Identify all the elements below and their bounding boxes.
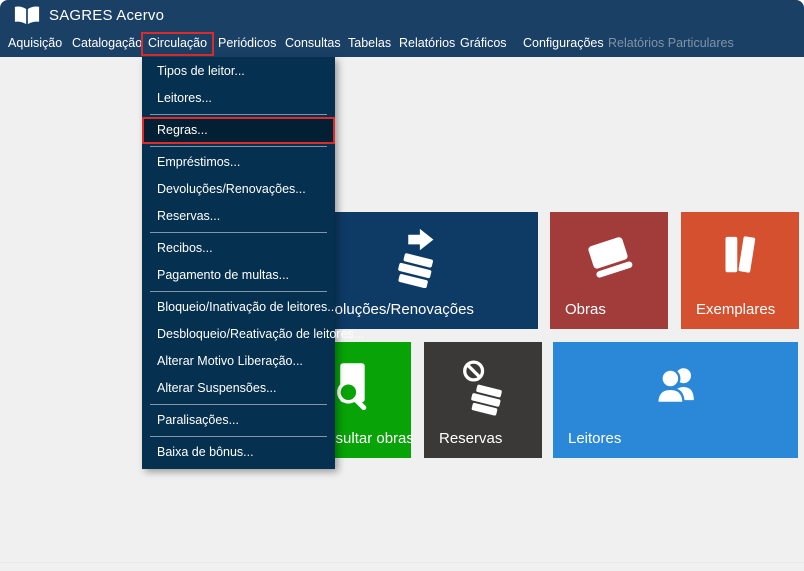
tile-label: Obras — [565, 301, 606, 318]
tile-reservas[interactable]: Reservas — [424, 342, 542, 458]
menu-separator — [150, 114, 327, 115]
tile-label: Reservas — [439, 430, 502, 447]
people-icon — [553, 356, 798, 416]
tile-leitores[interactable]: Leitores — [553, 342, 798, 458]
menu-periodicos[interactable]: Periódicos — [211, 31, 283, 55]
menu-catalogacao[interactable]: Catalogação — [65, 31, 149, 55]
menuitem-tipos-de-leitor[interactable]: Tipos de leitor... — [142, 58, 335, 85]
menu-separator — [150, 404, 327, 405]
app-window: SAGRES Acervo Aquisição Catalogação Circ… — [0, 0, 804, 571]
menuitem-alterar-motivo-liberacao[interactable]: Alterar Motivo Liberação... — [142, 348, 335, 375]
bottom-divider — [0, 562, 804, 563]
menu-separator — [150, 291, 327, 292]
menu-separator — [150, 146, 327, 147]
menuitem-pagamento-de-multas[interactable]: Pagamento de multas... — [142, 262, 335, 289]
menuitem-devolucoes-renovacoes[interactable]: Devoluções/Renovações... — [142, 176, 335, 203]
menu-relatorios-particulares: Relatórios Particulares — [601, 31, 741, 55]
books-pair-icon — [681, 226, 799, 284]
menu-circulacao[interactable]: Circulação — [141, 32, 214, 56]
menuitem-desbloqueio-reativacao[interactable]: Desbloqueio/Reativação de leitores... — [142, 321, 335, 348]
tile-label: Exemplares — [696, 301, 775, 318]
menuitem-recibos[interactable]: Recibos... — [142, 235, 335, 262]
tile-obras[interactable]: Obras — [550, 212, 668, 329]
menu-tabelas[interactable]: Tabelas — [341, 31, 398, 55]
book-icon — [550, 226, 668, 286]
menu-separator — [150, 232, 327, 233]
title-bar: SAGRES Acervo — [0, 0, 804, 30]
circulacao-dropdown-menu: Tipos de leitor... Leitores... Regras...… — [142, 57, 335, 469]
menuitem-reservas[interactable]: Reservas... — [142, 203, 335, 230]
menu-configuracoes[interactable]: Configurações — [516, 31, 611, 55]
menuitem-alterar-suspensoes[interactable]: Alterar Suspensões... — [142, 375, 335, 402]
menu-graficos[interactable]: Gráficos — [453, 31, 514, 55]
menu-bar: Aquisição Catalogação Circulação Periódi… — [0, 30, 804, 57]
tile-label: Leitores — [568, 430, 621, 447]
menuitem-baixa-de-bonus[interactable]: Baixa de bônus... — [142, 439, 335, 466]
menuitem-paralisacoes[interactable]: Paralisações... — [142, 407, 335, 434]
menuitem-leitores[interactable]: Leitores... — [142, 85, 335, 112]
menuitem-emprestimos[interactable]: Empréstimos... — [142, 149, 335, 176]
menu-aquisicao[interactable]: Aquisição — [1, 31, 69, 55]
menuitem-regras[interactable]: Regras... — [142, 117, 335, 144]
books-blocked-icon — [424, 356, 542, 416]
menu-relatorios[interactable]: Relatórios — [392, 31, 462, 55]
menu-consultas[interactable]: Consultas — [278, 31, 348, 55]
open-book-icon — [14, 6, 40, 25]
menu-separator — [150, 436, 327, 437]
window-title: SAGRES Acervo — [49, 7, 164, 24]
tile-exemplares[interactable]: Exemplares — [681, 212, 799, 329]
menuitem-bloqueio-inativacao[interactable]: Bloqueio/Inativação de leitores... — [142, 294, 335, 321]
